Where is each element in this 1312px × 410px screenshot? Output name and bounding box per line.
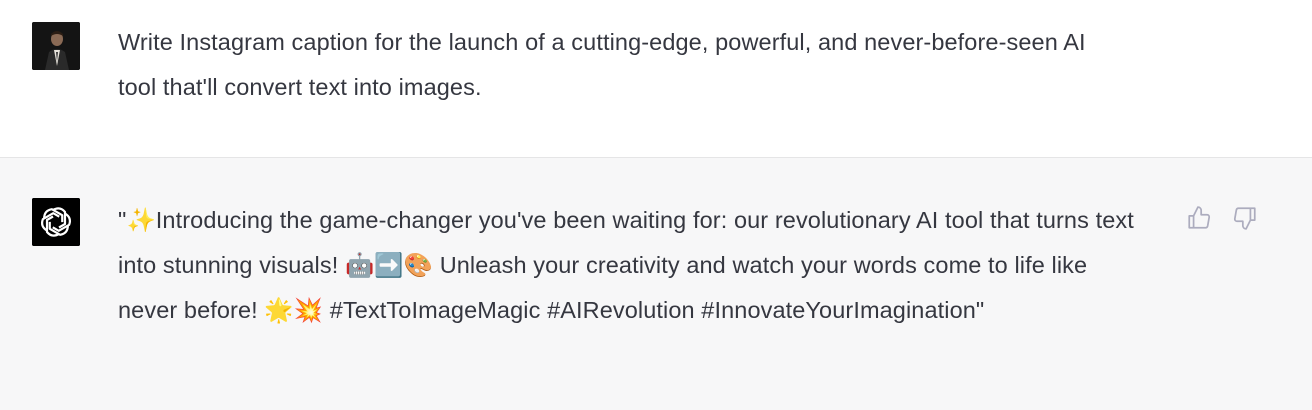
conversation: Write Instagram caption for the launch o… bbox=[0, 0, 1312, 410]
user-message-row: Write Instagram caption for the launch o… bbox=[0, 0, 1312, 157]
assistant-avatar bbox=[32, 198, 80, 246]
openai-logo-icon bbox=[32, 198, 80, 246]
thumbs-up-icon bbox=[1188, 206, 1211, 229]
user-message-text: Write Instagram caption for the launch o… bbox=[118, 29, 1086, 100]
assistant-message-row: "✨Introducing the game-changer you've be… bbox=[0, 157, 1312, 410]
thumbs-up-button[interactable] bbox=[1185, 204, 1213, 232]
user-avatar bbox=[32, 22, 80, 70]
user-photo-icon bbox=[32, 22, 80, 70]
thumbs-down-button[interactable] bbox=[1231, 204, 1259, 232]
assistant-message-text: "✨Introducing the game-changer you've be… bbox=[118, 207, 1134, 323]
thumbs-down-icon bbox=[1233, 207, 1256, 230]
feedback-buttons bbox=[1185, 204, 1259, 232]
